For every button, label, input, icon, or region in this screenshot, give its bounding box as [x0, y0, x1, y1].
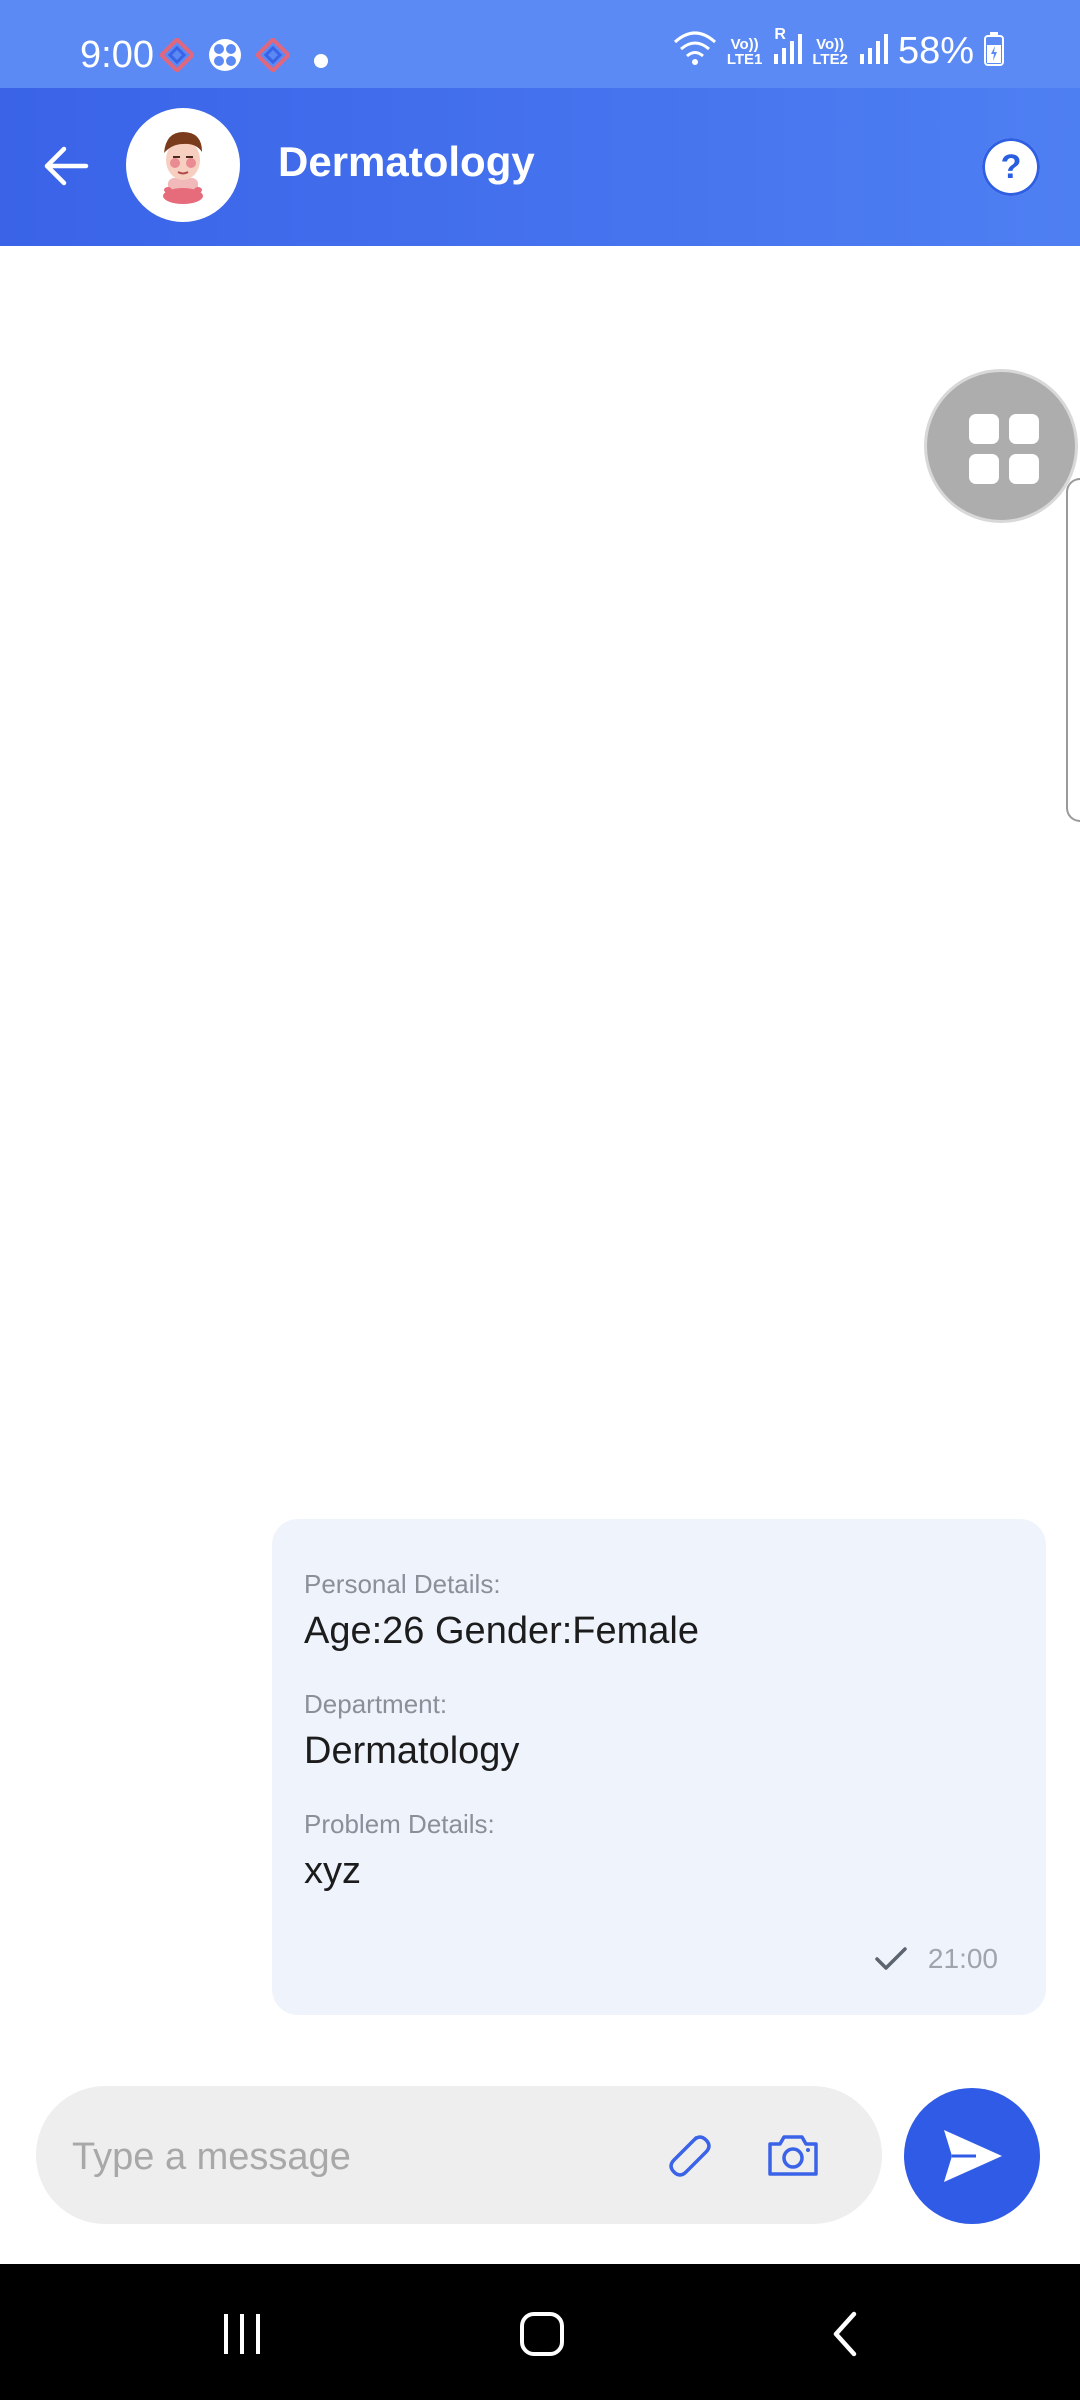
- network-2: Vo)) LTE2: [812, 37, 848, 67]
- problem-details-label: Problem Details:: [304, 1809, 495, 1839]
- message-meta: 21:00: [874, 1943, 998, 1975]
- network-2-top: Vo)): [816, 35, 845, 53]
- network-1-top: Vo)): [730, 35, 759, 53]
- doctor-avatar-icon: [163, 132, 203, 204]
- camera-icon: [768, 2135, 818, 2176]
- floating-menu-button[interactable]: [924, 369, 1078, 523]
- network-2-bottom: LTE2: [812, 50, 848, 68]
- message-bubble[interactable]: Personal Details: Age:26 Gender:Female D…: [272, 1519, 1046, 2015]
- personal-details-label: Personal Details:: [304, 1569, 501, 1599]
- grid-icon: [969, 414, 1039, 484]
- message-time: 21:00: [927, 1943, 998, 1974]
- battery-percent: 58%: [897, 30, 974, 72]
- signal-icon: [858, 32, 888, 71]
- status-bar: 9:00 Vo)) LTE1 R Vo)) LTE2 58%: [0, 0, 1080, 88]
- department-value: Dermatology: [304, 1730, 520, 1772]
- personal-details-value: Age:26 Gender:Female: [304, 1610, 700, 1652]
- status-time: 9:00: [80, 34, 154, 76]
- recents-button[interactable]: [214, 2306, 270, 2362]
- network-1-bottom: LTE1: [726, 50, 763, 68]
- paperclip-icon: [669, 2135, 711, 2177]
- home-button[interactable]: [514, 2306, 570, 2362]
- back-button[interactable]: [36, 136, 96, 196]
- problem-details-value: xyz: [304, 1850, 361, 1892]
- message-composer: [36, 2086, 882, 2224]
- camera-button[interactable]: [762, 2124, 824, 2186]
- attach-button[interactable]: [656, 2124, 718, 2186]
- notification-app-icon: [158, 36, 196, 74]
- check-icon: [875, 1947, 907, 1970]
- message-input[interactable]: [70, 2116, 634, 2198]
- back-arrow-icon: [44, 146, 89, 186]
- battery-icon: [984, 32, 1004, 71]
- wifi-icon: [673, 30, 717, 73]
- system-nav-bar: [0, 2264, 1080, 2400]
- home-icon: [520, 2312, 564, 2356]
- roaming-label: R: [774, 26, 786, 43]
- status-dot: [314, 54, 328, 68]
- signal-icon: R: [772, 26, 803, 71]
- help-button[interactable]: ?: [982, 138, 1040, 196]
- chat-title: Dermatology: [278, 138, 535, 185]
- help-icon: ?: [1000, 148, 1022, 186]
- recents-icon: [224, 2314, 260, 2354]
- notification-app-icon: [254, 36, 292, 74]
- department-label: Department:: [304, 1689, 448, 1719]
- send-button[interactable]: [904, 2088, 1040, 2224]
- system-back-button[interactable]: [818, 2306, 874, 2362]
- fan-app-icon: [208, 38, 242, 72]
- chevron-left-icon: [833, 2311, 857, 2357]
- send-icon: [944, 2130, 1002, 2182]
- status-right: Vo)) LTE1 R Vo)) LTE2 58%: [673, 26, 1004, 73]
- doctor-avatar[interactable]: [126, 108, 240, 222]
- edge-panel-handle[interactable]: [1066, 478, 1080, 822]
- network-1: Vo)) LTE1: [727, 37, 763, 67]
- chat-header: Dermatology ?: [0, 88, 1080, 246]
